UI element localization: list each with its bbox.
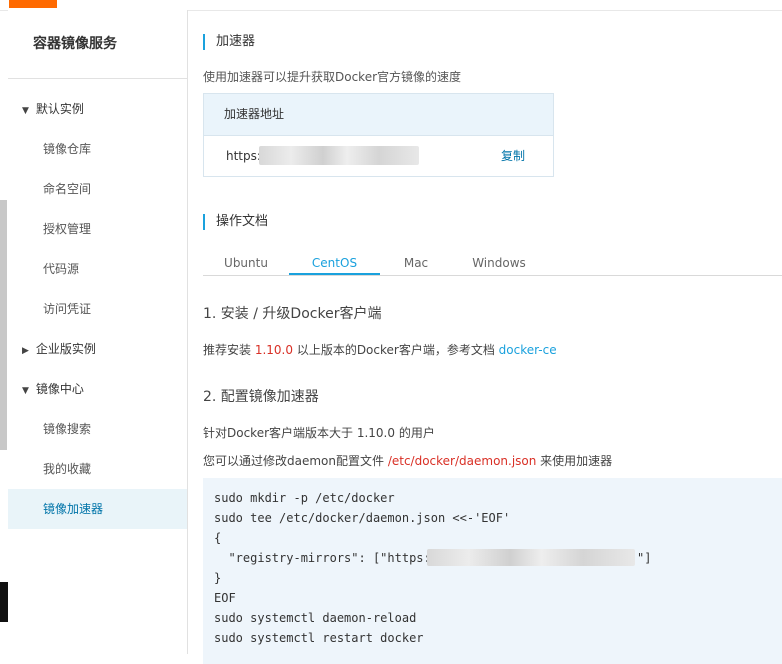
code-line: sudo mkdir -p /etc/docker bbox=[214, 491, 395, 505]
code-line: } bbox=[214, 571, 222, 585]
redacted-mirror-blur bbox=[427, 549, 635, 566]
code-line: { bbox=[214, 531, 222, 545]
caret-right-icon: ▶ bbox=[22, 346, 29, 356]
sidebar-group-label: 企业版实例 bbox=[35, 342, 96, 356]
accelerator-address-box: 加速器地址 https: 复制 bbox=[203, 93, 554, 177]
step1-text: 推荐安装 1.10.0 以上版本的Docker客户端，参考文档 docker-c… bbox=[203, 343, 557, 357]
docs-section-title: 操作文档 bbox=[203, 214, 268, 230]
config-path: /etc/docker/daemon.json bbox=[387, 454, 537, 468]
step2-title: 2. 配置镜像加速器 bbox=[203, 389, 319, 405]
sidebar-group-enterprise-instance[interactable]: ▶ 企业版实例 bbox=[8, 329, 187, 369]
accelerator-section-title: 加速器 bbox=[203, 34, 255, 50]
step2-line1: 针对Docker客户端版本大于 1.10.0 的用户 bbox=[203, 426, 435, 440]
caret-down-icon: ▼ bbox=[22, 386, 29, 396]
code-line: sudo tee /etc/docker/daemon.json <<-'EOF… bbox=[214, 511, 511, 525]
redacted-url-blur bbox=[259, 146, 419, 165]
accelerator-address-header: 加速器地址 bbox=[204, 94, 553, 136]
copy-button[interactable]: 复制 bbox=[501, 136, 525, 176]
code-line: EOF bbox=[214, 591, 236, 605]
accelerator-url: https: bbox=[226, 149, 261, 163]
sidebar-item-code-source[interactable]: 代码源 bbox=[8, 249, 187, 289]
sidebar-item-repositories[interactable]: 镜像仓库 bbox=[8, 129, 187, 169]
code-line: sudo systemctl daemon-reload bbox=[214, 611, 417, 625]
sidebar-item-authorization[interactable]: 授权管理 bbox=[8, 209, 187, 249]
tab-ubuntu[interactable]: Ubuntu bbox=[207, 253, 285, 274]
caret-down-icon: ▼ bbox=[22, 106, 29, 116]
sidebar-item-accelerator[interactable]: 镜像加速器 bbox=[8, 489, 187, 529]
accelerator-description: 使用加速器可以提升获取Docker官方镜像的速度 bbox=[203, 70, 462, 84]
sidebar: 容器镜像服务 ▼ 默认实例 镜像仓库 命名空间 授权管理 代码源 访问凭证 ▶ … bbox=[8, 10, 188, 654]
sidebar-item-favorites[interactable]: 我的收藏 bbox=[8, 449, 187, 489]
sidebar-group-label: 默认实例 bbox=[35, 102, 84, 116]
os-tabs: Ubuntu CentOS Mac Windows bbox=[203, 253, 782, 276]
tab-centos[interactable]: CentOS bbox=[289, 253, 380, 275]
scrollbar[interactable] bbox=[0, 200, 7, 450]
sidebar-item-image-search[interactable]: 镜像搜索 bbox=[8, 409, 187, 449]
sidebar-title: 容器镜像服务 bbox=[8, 10, 187, 79]
tab-mac[interactable]: Mac bbox=[385, 253, 447, 274]
code-line: sudo systemctl restart docker bbox=[214, 631, 424, 645]
edge-marker bbox=[0, 582, 8, 622]
docker-ce-link[interactable]: docker-ce bbox=[499, 343, 557, 357]
sidebar-group-image-center[interactable]: ▼ 镜像中心 bbox=[8, 369, 187, 409]
accelerator-address-row: https: 复制 bbox=[204, 136, 553, 176]
code-line-suffix: "] bbox=[637, 551, 652, 565]
sidebar-group-label: 镜像中心 bbox=[35, 382, 84, 396]
sidebar-group-default-instance[interactable]: ▼ 默认实例 bbox=[8, 89, 187, 129]
brand-logo[interactable] bbox=[9, 0, 57, 8]
tab-windows[interactable]: Windows bbox=[455, 253, 543, 274]
code-line: "registry-mirrors": ["https: bbox=[214, 551, 431, 565]
code-block[interactable]: sudo mkdir -p /etc/docker sudo tee /etc/… bbox=[203, 478, 782, 664]
version-text: 1.10.0 bbox=[254, 343, 293, 357]
sidebar-item-namespaces[interactable]: 命名空间 bbox=[8, 169, 187, 209]
step2-line2: 您可以通过修改daemon配置文件 /etc/docker/daemon.jso… bbox=[203, 454, 613, 468]
sidebar-item-access-credentials[interactable]: 访问凭证 bbox=[8, 289, 187, 329]
step1-title: 1. 安装 / 升级Docker客户端 bbox=[203, 306, 382, 322]
